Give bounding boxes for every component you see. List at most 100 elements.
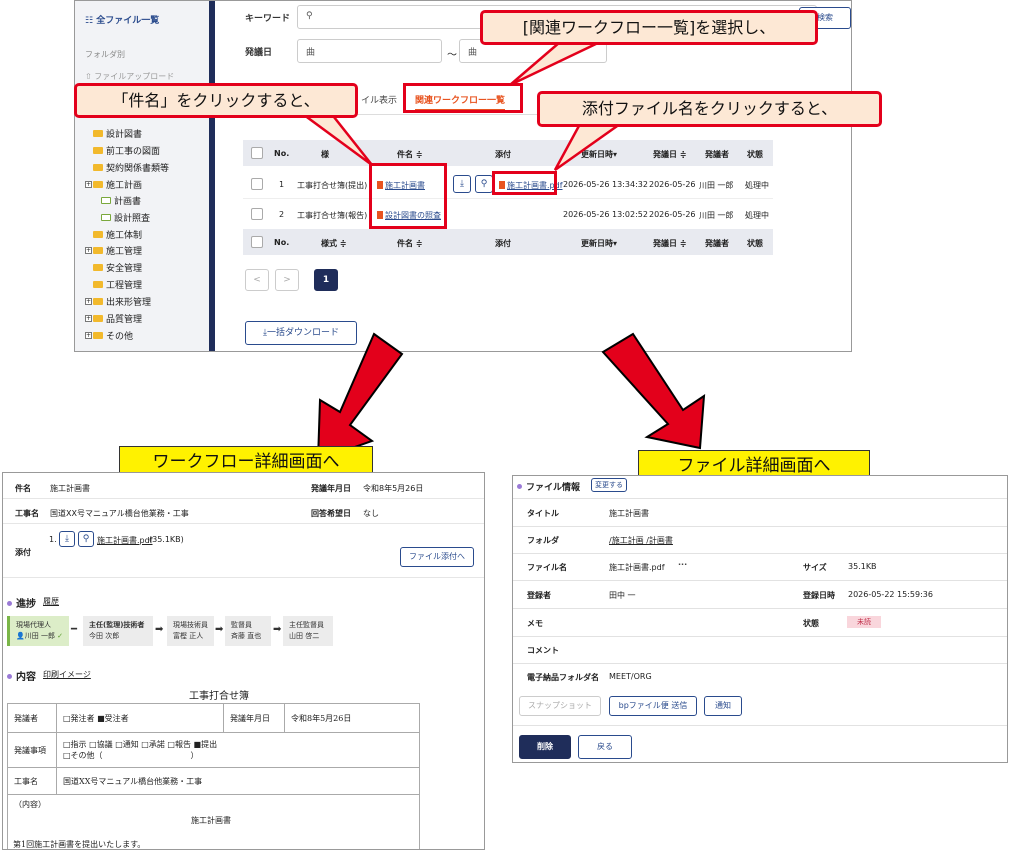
status-label: 状態 [803, 619, 819, 628]
step-connector: ━ [71, 624, 78, 635]
wf-attach-label: 添付 [15, 548, 31, 557]
registrant-value: 田中 一 [609, 591, 636, 600]
divider [513, 725, 1007, 726]
form-matter-value: □指示 □協議 □通知 □承諾 □報告 ■提出 □その他（ ） [56, 732, 420, 768]
wf-project: 国道XX号マニュアル橋台他業務・工事 [50, 509, 189, 518]
step-role: 主任監督員 [289, 621, 324, 629]
form-title: 工事打合せ簿 [189, 691, 249, 702]
workflow-detail-screen: 件名 施工計画書 発議年月日 令和8年5月26日 工事名 国道XX号マニュアル橋… [2, 472, 485, 850]
callout-click-attachment: 添付ファイル名をクリックすると、 [537, 91, 882, 127]
wf-subject-label: 件名 [15, 484, 31, 493]
wf-date: 令和8年5月26日 [363, 484, 424, 493]
history-link[interactable]: 履歴 [43, 596, 59, 607]
delete-button[interactable]: 削除 [519, 735, 571, 759]
folder-label: フォルダ [527, 536, 559, 545]
matter-line2: □その他（ ） [63, 751, 199, 760]
bullet-icon [7, 674, 12, 679]
wf-attach-size: (35.1KB) [149, 535, 184, 544]
step-role: 現場技術員 [173, 621, 208, 629]
form-content-text: 第1回施工計画書を提出いたします。 [13, 840, 146, 849]
step-2: 主任(監理)技術者 今田 次郎 [83, 616, 153, 646]
form-content-label: （内容） [14, 800, 46, 809]
form-content-heading: 施工計画書 [191, 816, 231, 825]
notify-button[interactable]: 通知 [704, 696, 742, 716]
step-name: 斉藤 直也 [231, 632, 262, 640]
bp-send-button[interactable]: bpファイル便 送信 [609, 696, 697, 716]
divider [513, 553, 1007, 554]
divider [3, 523, 484, 524]
divider [513, 498, 1007, 499]
title-value: 施工計画書 [609, 509, 649, 518]
registered-value: 2026-05-22 15:59:36 [848, 590, 933, 599]
wf-attach-index: 1. [49, 535, 57, 544]
check-icon: ✓ [54, 632, 64, 640]
form-project-value: 国道XX号マニュアル橋台他業務・工事 [56, 767, 420, 795]
step-4: 監督員 斉藤 直也 [225, 616, 271, 646]
step-name: 山田 啓二 [289, 632, 320, 640]
step-5: 主任監督員山田 啓二 [283, 616, 333, 646]
bullet-icon [7, 601, 12, 606]
divider [513, 526, 1007, 527]
step-name: 富樫 正人 [173, 632, 204, 640]
form-issuer-label: 発議者 [7, 703, 57, 733]
filename-label: ファイル名 [527, 563, 567, 572]
content-section-title: 内容 [7, 668, 36, 683]
content-title: 内容 [16, 672, 36, 683]
bullet-icon [517, 484, 522, 489]
download-icon[interactable]: ⤓ [59, 531, 75, 547]
arrow-right-icon: ➡ [273, 624, 282, 635]
registered-label: 登録日時 [803, 591, 835, 600]
status-badge: 未読 [847, 616, 881, 628]
divider [513, 580, 1007, 581]
form-date-value: 令和8年5月26日 [284, 703, 420, 733]
callout-click-subject: 「件名」をクリックすると、 [74, 83, 358, 118]
form-project-label: 工事名 [7, 767, 57, 795]
registrant-label: 登録者 [527, 591, 551, 600]
file-detail-screen: ファイル情報 変更する タイトル 施工計画書 フォルダ /施工計画 /計画書 フ… [512, 475, 1008, 763]
print-image-link[interactable]: 印刷イメージ [43, 669, 91, 680]
filename-value: 施工計画書.pdf [609, 563, 665, 572]
step-1: 現場代理人 👤川田 一郎 ✓ [7, 616, 69, 646]
wf-project-label: 工事名 [15, 509, 39, 518]
step-role: 監督員 [231, 621, 252, 629]
efolder-label: 電子納品フォルダ名 [527, 673, 599, 682]
divider [513, 608, 1007, 609]
wf-attach-file-link[interactable]: 施工計画書.pdf [97, 535, 153, 546]
snapshot-button[interactable]: スナップショット [519, 696, 601, 716]
step-name: 川田 一郎 [24, 632, 55, 640]
change-button[interactable]: 変更する [591, 478, 627, 492]
arrow-right-icon: ➡ [215, 624, 224, 635]
wf-reply-label: 回答希望日 [311, 509, 351, 518]
form-issuer-value: □発注者 ■受注者 [56, 703, 224, 733]
size-value: 35.1KB [848, 562, 877, 571]
memo-label: メモ [527, 619, 543, 628]
step-name: 今田 次郎 [89, 632, 120, 640]
file-info-title: ファイル情報 [517, 480, 580, 493]
wf-date-label: 発議年月日 [311, 484, 351, 493]
file-info-label: ファイル情報 [526, 483, 581, 493]
comment-label: コメント [527, 646, 559, 655]
back-button[interactable]: 戻る [578, 735, 632, 759]
attach-file-button[interactable]: ファイル添付へ [400, 547, 474, 567]
wf-reply: なし [363, 509, 379, 518]
form-matter-label: 発議事項 [7, 732, 57, 768]
efolder-value: MEET/ORG [609, 672, 652, 681]
divider [513, 663, 1007, 664]
divider [513, 636, 1007, 637]
arrow-right-icon: ➡ [155, 624, 164, 635]
step-role: 主任(監理)技術者 [89, 621, 145, 629]
step-role: 現場代理人 [16, 621, 51, 629]
form-date-label: 発議年月日 [223, 703, 285, 733]
preview-icon[interactable]: ⚲ [78, 531, 94, 547]
divider [3, 577, 484, 578]
folder-link[interactable]: /施工計画 /計画書 [609, 535, 673, 546]
title-label: タイトル [527, 509, 559, 518]
step-3: 現場技術員富樫 正人 [167, 616, 214, 646]
progress-section-title: 進捗 [7, 595, 36, 610]
size-label: サイズ [803, 563, 827, 572]
progress-title: 進捗 [16, 599, 36, 610]
more-icon[interactable]: ··· [678, 560, 687, 569]
callout-select-related: [関連ワークフロー一覧]を選択し、 [480, 10, 818, 45]
matter-line1: □指示 □協議 □通知 □承諾 □報告 ■提出 [63, 740, 218, 749]
divider [3, 498, 484, 499]
